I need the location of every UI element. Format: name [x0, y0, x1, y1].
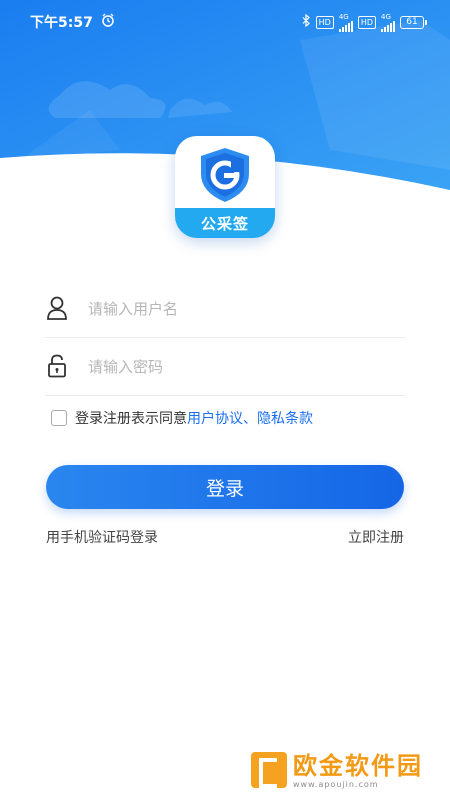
battery-level: 61: [406, 17, 418, 27]
user-icon: [46, 295, 68, 321]
lock-icon: [46, 353, 68, 379]
watermark-title: 欧金软件园: [293, 751, 423, 780]
network-type-label: 4G: [381, 12, 391, 21]
app-logo: 公采签: [175, 136, 275, 238]
status-time: 下午5:57: [30, 15, 93, 31]
watermark-logo-icon: [251, 752, 287, 788]
username-placeholder: 请输入用户名: [88, 299, 179, 318]
hd-badge: HD: [357, 15, 376, 29]
login-button[interactable]: 登录: [46, 465, 404, 509]
password-placeholder: 请输入密码: [88, 357, 164, 376]
signal-1-icon: 4G: [338, 12, 353, 32]
status-bar: 下午5:57 HD 4G HD 4G 61: [0, 0, 450, 44]
bluetooth-icon: [302, 13, 311, 30]
alarm-icon: [101, 13, 115, 31]
watermark-url: www.apoujin.com: [293, 779, 379, 789]
register-link[interactable]: 立即注册: [348, 527, 404, 547]
network-type-label: 4G: [338, 12, 349, 21]
signal-2-icon: 4G: [381, 13, 395, 32]
password-field[interactable]: 请输入密码: [45, 337, 405, 396]
agreement-row: 登录注册表示同意 用户协议、隐私条款: [51, 408, 313, 428]
shield-icon: [201, 148, 249, 202]
agreement-link[interactable]: 用户协议、隐私条款: [187, 408, 313, 428]
username-field[interactable]: 请输入用户名: [45, 279, 405, 338]
hd-badge: HD: [315, 15, 334, 29]
logo-text: 公采签: [175, 208, 275, 238]
agreement-text: 登录注册表示同意: [75, 411, 187, 427]
sms-login-link[interactable]: 用手机验证码登录: [46, 527, 158, 547]
watermark: 欧金软件园 www.apoujin.com: [251, 745, 446, 795]
agreement-checkbox[interactable]: [51, 410, 67, 426]
battery-icon: 61: [400, 15, 427, 29]
